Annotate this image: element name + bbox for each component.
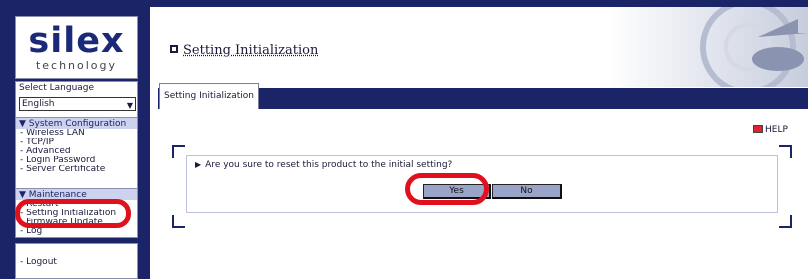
help-icon bbox=[753, 125, 763, 133]
silex-logo: silex technology bbox=[15, 16, 138, 79]
top-frame-bar bbox=[0, 0, 808, 7]
confirmation-question: ▶ Are you sure to reset this product to t… bbox=[195, 160, 452, 170]
tab-setting-initialization[interactable]: Setting Initialization bbox=[159, 83, 259, 109]
sidebar-item-advanced[interactable]: - Advanced bbox=[16, 147, 137, 156]
banner-decoration bbox=[608, 7, 808, 87]
language-panel: Select Language English ▼ bbox=[15, 81, 138, 121]
sidebar-item-tcpip[interactable]: - TCP/IP bbox=[16, 138, 137, 147]
system-config-panel: ▼ System Configuration - Wireless LAN - … bbox=[15, 117, 138, 189]
box-corner bbox=[779, 215, 792, 228]
logo-wordmark: silex bbox=[28, 21, 125, 61]
system-config-heading[interactable]: ▼ System Configuration bbox=[16, 118, 137, 129]
language-selected-value: English bbox=[22, 99, 55, 109]
sidebar-item-logout[interactable]: - Logout bbox=[16, 244, 137, 267]
box-corner bbox=[779, 145, 792, 158]
help-label: HELP bbox=[765, 125, 788, 135]
box-corner bbox=[172, 145, 185, 158]
highlight-ring-sidebar bbox=[15, 199, 131, 228]
box-corner bbox=[172, 215, 185, 228]
sidebar-divider bbox=[144, 0, 150, 279]
sidebar-item-log[interactable]: - Log bbox=[16, 227, 137, 236]
highlight-ring-yes bbox=[405, 173, 489, 205]
left-frame-bar bbox=[0, 0, 7, 279]
title-bullet-icon bbox=[170, 45, 178, 53]
sidebar: silex technology Select Language English… bbox=[7, 7, 144, 279]
question-text: Are you sure to reset this product to th… bbox=[205, 160, 453, 170]
logout-panel: - Logout bbox=[15, 243, 138, 279]
no-button[interactable]: No bbox=[492, 184, 562, 199]
help-link[interactable]: HELP bbox=[753, 125, 788, 135]
sidebar-item-wireless-lan[interactable]: - Wireless LAN bbox=[16, 129, 137, 138]
chevron-down-icon: ▼ bbox=[126, 101, 133, 110]
sidebar-item-server-certificate[interactable]: - Server Certificate bbox=[16, 165, 137, 174]
page-title: Setting Initialization bbox=[170, 43, 318, 58]
language-label: Select Language bbox=[19, 83, 95, 93]
sidebar-item-login-password[interactable]: - Login Password bbox=[16, 156, 137, 165]
arrow-right-icon: ▶ bbox=[195, 160, 202, 169]
language-select[interactable]: English ▼ bbox=[19, 97, 136, 111]
logo-tagline: technology bbox=[35, 59, 118, 72]
